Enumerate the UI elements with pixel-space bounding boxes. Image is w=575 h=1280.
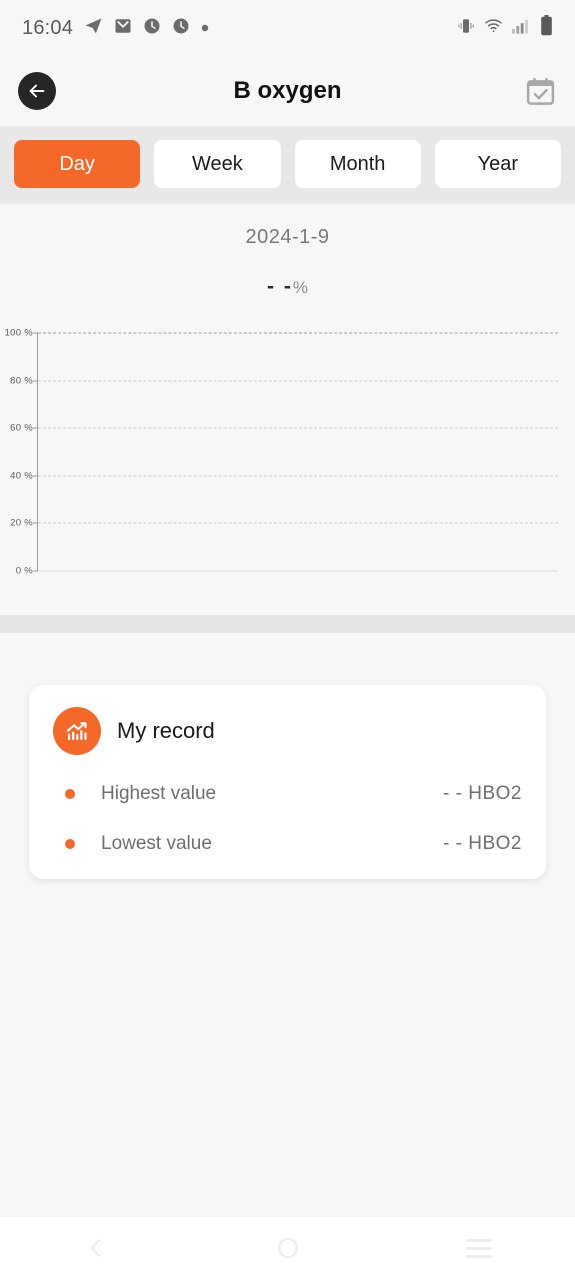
section-divider: [0, 615, 575, 633]
bullet-dot-icon: [65, 789, 75, 799]
chart-gridline: 100 %: [0, 328, 558, 339]
chart-date-label: 2024-1-9: [245, 226, 330, 248]
battery-icon: [540, 15, 553, 41]
phone-screen: 16:04 B oxygen Day Week Month Year 2024-…: [0, 0, 575, 1280]
record-value: - - HBO2: [443, 833, 522, 854]
chart-grid-line: [38, 427, 558, 429]
chart-y-axis: [37, 333, 38, 571]
chart-grid-line: [38, 570, 558, 572]
nav-home-button[interactable]: [192, 1235, 384, 1261]
android-nav-bar: [0, 1216, 575, 1280]
nav-divider: [0, 1216, 575, 1217]
chart-y-tick-label: 0 %: [15, 565, 33, 577]
chart-gridline: 60 %: [0, 423, 558, 434]
chart-y-tick-label: 100 %: [4, 327, 33, 339]
nav-recents-button[interactable]: [383, 1238, 575, 1258]
record-label: Lowest value: [101, 833, 212, 854]
nav-home-icon: [277, 1237, 298, 1259]
card-title: My record: [117, 718, 215, 743]
status-bar: 16:04: [0, 0, 575, 56]
status-bar-left: 16:04: [22, 16, 209, 40]
chart-value-unit: %: [292, 278, 308, 297]
record-section: My record Highest value - - HBO2 Lowest …: [0, 633, 575, 1280]
chart-gridline: 80 %: [0, 375, 558, 386]
chart-y-tick-label: 60 %: [10, 422, 33, 434]
record-label: Highest value: [101, 783, 217, 804]
app-header: B oxygen: [0, 56, 575, 126]
back-button[interactable]: [18, 72, 56, 110]
record-value: - - HBO2: [443, 783, 522, 804]
wifi-icon: [484, 16, 503, 40]
tab-day[interactable]: Day: [14, 140, 141, 188]
page-title: B oxygen: [233, 77, 342, 104]
chart-grid-line: [38, 475, 558, 477]
card-header: My record: [53, 707, 522, 755]
clock-icon: [143, 17, 161, 40]
bullet-dot-icon: [65, 839, 75, 849]
chart-y-tick-label: 40 %: [10, 470, 33, 482]
calendar-button[interactable]: [524, 75, 557, 108]
chart-value-number: - -: [267, 275, 293, 298]
chart-panel: 2024-1-9 - -% 100 % 80 % 60 % 40 % 20 % 0 %: [0, 204, 575, 615]
tab-week[interactable]: Week: [154, 140, 281, 188]
period-tab-bar: Day Week Month Year: [0, 126, 575, 204]
chart-grid-line: [38, 522, 558, 524]
my-record-card: My record Highest value - - HBO2 Lowest …: [29, 685, 546, 879]
calendar-check-icon: [526, 77, 555, 105]
cellular-signal-icon: [512, 18, 531, 39]
status-bar-right: [457, 15, 553, 41]
chart-y-tick-label: 80 %: [10, 375, 33, 387]
record-row-highest: Highest value - - HBO2: [53, 783, 522, 805]
chart-grid-line: [38, 380, 558, 382]
chart-gridline: 20 %: [0, 518, 558, 529]
record-row-lowest: Lowest value - - HBO2: [53, 833, 522, 855]
chart-gridline: 0 %: [0, 566, 558, 577]
chart-trend-icon: [53, 707, 101, 755]
vibrate-icon: [457, 17, 475, 40]
chart-grid-line: [38, 332, 558, 334]
tab-month[interactable]: Month: [294, 140, 421, 188]
back-arrow-icon: [29, 84, 45, 98]
dot-icon: [201, 19, 209, 37]
nav-back-icon: [90, 1239, 101, 1257]
chart-plot-area: 100 % 80 % 60 % 40 % 20 % 0 %: [0, 323, 575, 593]
telegram-icon: [84, 16, 103, 40]
status-bar-clock: 16:04: [22, 16, 74, 39]
clock-icon: [172, 17, 190, 40]
mail-icon: [114, 17, 132, 40]
chart-current-value: - -%: [0, 275, 575, 299]
chart-gridline: 40 %: [0, 470, 558, 481]
nav-back-button[interactable]: [0, 1235, 192, 1261]
chart-y-tick-label: 20 %: [10, 517, 33, 529]
nav-recents-icon: [466, 1238, 493, 1258]
tab-year[interactable]: Year: [434, 140, 561, 188]
